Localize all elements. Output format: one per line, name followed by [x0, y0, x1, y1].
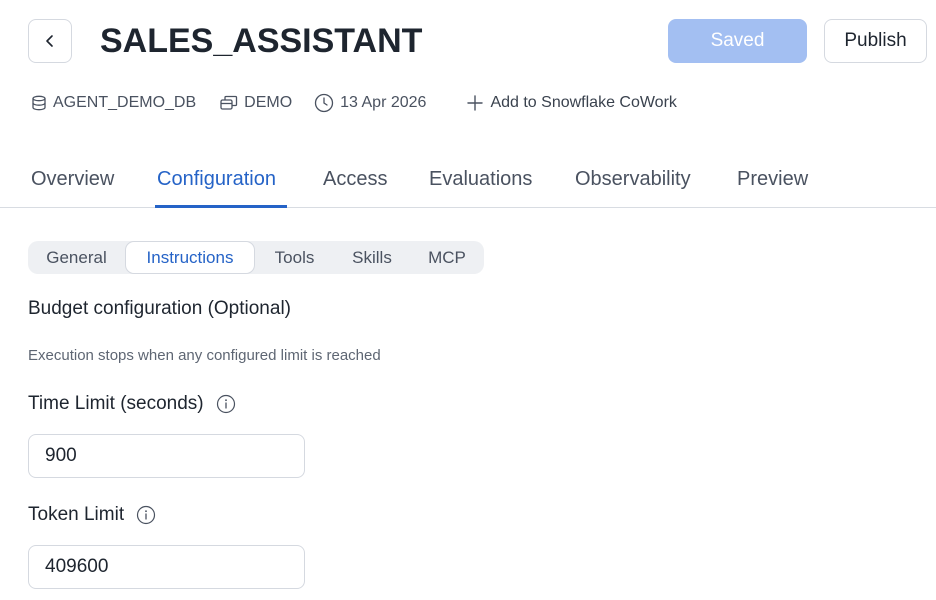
add-to-cowork-label: Add to Snowflake CoWork: [490, 94, 677, 111]
tab-overview[interactable]: Overview: [31, 168, 114, 208]
subtab-instructions[interactable]: Instructions: [125, 241, 255, 274]
info-icon[interactable]: [136, 505, 156, 525]
token-limit-label: Token Limit: [28, 504, 156, 526]
budget-section-title: Budget configuration (Optional): [28, 298, 291, 319]
back-button[interactable]: [28, 19, 72, 63]
config-subtabs: General Instructions Tools Skills MCP: [28, 241, 484, 274]
schema-name: DEMO: [244, 94, 293, 111]
date-meta: 13 Apr 2026: [314, 93, 426, 113]
time-limit-label: Time Limit (seconds): [28, 393, 236, 415]
token-limit-input[interactable]: [28, 545, 305, 589]
schema-meta: DEMO: [220, 94, 292, 112]
tab-evaluations[interactable]: Evaluations: [429, 168, 532, 208]
date-text: 13 Apr 2026: [340, 94, 427, 111]
chevron-left-icon: [46, 35, 53, 47]
main-tabs: Overview Configuration Access Evaluation…: [0, 160, 936, 208]
publish-button[interactable]: Publish: [824, 19, 927, 63]
tab-access[interactable]: Access: [323, 168, 387, 208]
time-limit-label-text: Time Limit (seconds): [28, 393, 204, 414]
clock-icon: [314, 93, 334, 113]
tab-observability[interactable]: Observability: [575, 168, 691, 208]
subtab-tools[interactable]: Tools: [255, 241, 334, 274]
meta-row: AGENT_DEMO_DB DEMO 13 Apr 2026 Add to Sn…: [31, 92, 677, 114]
database-name: AGENT_DEMO_DB: [53, 94, 197, 111]
database-icon: [32, 95, 46, 111]
saved-button[interactable]: Saved: [668, 19, 807, 63]
tab-configuration[interactable]: Configuration: [157, 168, 276, 208]
subtab-general[interactable]: General: [28, 241, 125, 274]
add-to-cowork-link[interactable]: Add to Snowflake CoWork: [466, 94, 677, 112]
token-limit-label-text: Token Limit: [28, 504, 125, 525]
subtab-skills[interactable]: Skills: [334, 241, 410, 274]
schema-icon: [220, 95, 238, 110]
plus-icon: [467, 95, 484, 111]
database-meta: AGENT_DEMO_DB: [31, 94, 196, 112]
budget-section-description: Execution stops when any configured limi…: [28, 347, 381, 364]
active-tab-indicator: [155, 205, 287, 208]
info-icon[interactable]: [216, 394, 236, 414]
time-limit-input[interactable]: [28, 434, 305, 478]
tab-preview[interactable]: Preview: [737, 168, 808, 208]
subtab-mcp[interactable]: MCP: [410, 241, 484, 274]
page-title: SALES_ASSISTANT: [100, 22, 423, 60]
